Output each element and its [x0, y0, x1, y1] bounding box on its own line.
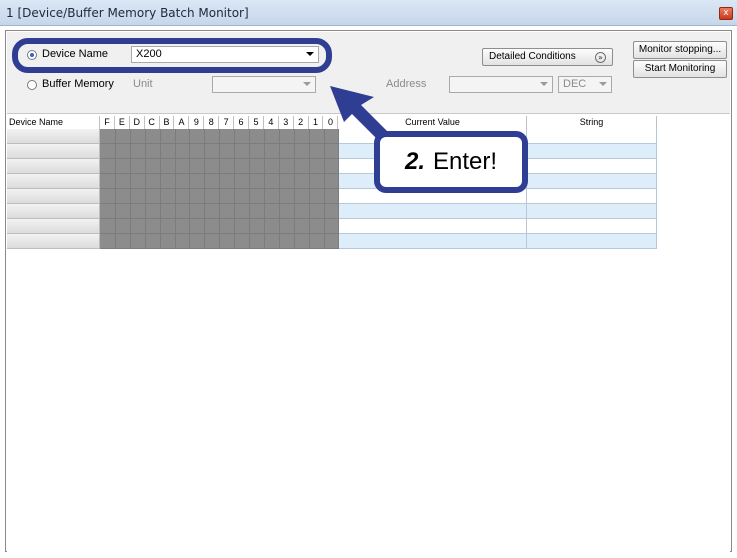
step-callout: 2. Enter!: [374, 131, 528, 193]
step-text: Enter!: [432, 148, 498, 175]
pointer-arrow: [330, 86, 392, 145]
step-number: 2.: [404, 148, 425, 175]
